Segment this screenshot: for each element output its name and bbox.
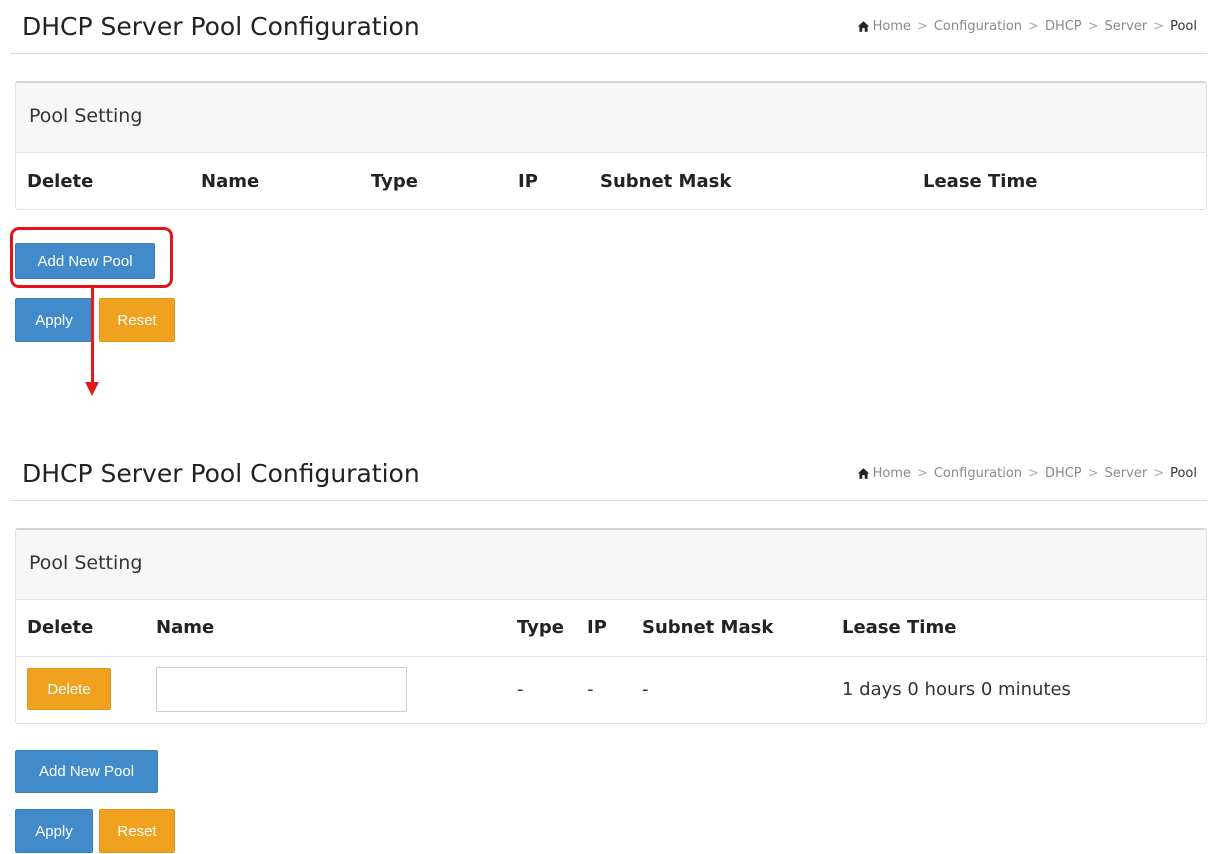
home-icon	[857, 468, 869, 479]
breadcrumb-separator: >	[1087, 466, 1099, 481]
breadcrumb-separator: >	[1028, 19, 1039, 34]
home-icon	[857, 21, 869, 32]
panel-title: Pool Setting	[29, 552, 143, 574]
delete-cell: Delete	[16, 655, 156, 722]
breadcrumb-home[interactable]: Home	[873, 466, 911, 481]
column-subnet-mask: Subnet Mask	[600, 170, 732, 192]
breadcrumb-server[interactable]: Server	[1105, 466, 1148, 481]
ip-cell: -	[587, 655, 642, 722]
page-title: DHCP Server Pool Configuration	[22, 12, 420, 41]
panel-heading: Pool Setting	[16, 530, 1206, 600]
panel-heading: Pool Setting	[16, 83, 1206, 153]
breadcrumb-separator: >	[1153, 19, 1165, 34]
breadcrumb-configuration[interactable]: Configuration	[934, 19, 1022, 34]
column-delete: Delete	[27, 170, 94, 192]
pool-setting-panel: Pool Setting Delete Name Type IP Subnet …	[15, 528, 1207, 724]
breadcrumb-configuration[interactable]: Configuration	[934, 466, 1022, 481]
pool-setting-panel: Pool Setting Delete Name Type IP Subnet …	[15, 81, 1207, 210]
breadcrumb: Home > Configuration > DHCP > Server > P…	[857, 466, 1197, 481]
breadcrumb: Home > Configuration > DHCP > Server > P…	[857, 19, 1197, 34]
breadcrumb-separator: >	[916, 19, 928, 34]
delete-button[interactable]: Delete	[27, 668, 111, 711]
column-lease-time: Lease Time	[842, 617, 957, 639]
breadcrumb-server[interactable]: Server	[1105, 19, 1148, 34]
column-type: Type	[517, 617, 564, 639]
table-row: Delete - - - 1 days 0 hours 0 minutes	[16, 655, 1206, 722]
screenshot-before: DHCP Server Pool Configuration Home > Co…	[10, 6, 1207, 345]
breadcrumb-dhcp[interactable]: DHCP	[1045, 19, 1082, 34]
page-header: DHCP Server Pool Configuration Home > Co…	[10, 6, 1207, 54]
apply-button[interactable]: Apply	[15, 809, 93, 853]
pool-name-input[interactable]	[156, 666, 407, 712]
reset-button[interactable]: Reset	[99, 809, 175, 853]
arrow-annotation-line	[91, 287, 94, 384]
arrow-down-icon	[85, 382, 99, 396]
screenshot-after: DHCP Server Pool Configuration Home > Co…	[10, 453, 1207, 854]
breadcrumb-separator: >	[1087, 19, 1099, 34]
breadcrumb-separator: >	[1153, 466, 1165, 481]
breadcrumb-separator: >	[1028, 466, 1039, 481]
type-cell: -	[517, 655, 587, 722]
add-new-pool-button[interactable]: Add New Pool	[15, 750, 158, 793]
breadcrumb-home[interactable]: Home	[873, 19, 911, 34]
breadcrumb-dhcp[interactable]: DHCP	[1045, 466, 1082, 481]
column-name: Name	[156, 617, 215, 639]
column-ip: IP	[587, 617, 607, 639]
page-title: DHCP Server Pool Configuration	[22, 459, 420, 488]
apply-button[interactable]: Apply	[15, 298, 93, 342]
breadcrumb-separator: >	[916, 466, 928, 481]
table-header-row: Delete Name Type IP Subnet Mask Lease Ti…	[16, 600, 1206, 656]
table-header-row: Delete Name Type IP Subnet Mask Lease Ti…	[16, 153, 1206, 209]
pool-table: Delete Name Type IP Subnet Mask Lease Ti…	[16, 600, 1206, 722]
breadcrumb-pool: Pool	[1170, 19, 1197, 34]
column-ip: IP	[518, 170, 538, 192]
subnet-mask-cell: -	[642, 655, 842, 722]
lease-time-cell: 1 days 0 hours 0 minutes	[842, 655, 1206, 722]
column-lease-time: Lease Time	[923, 170, 1038, 192]
name-cell	[156, 655, 517, 722]
panel-title: Pool Setting	[29, 105, 143, 127]
column-type: Type	[371, 170, 418, 192]
pool-table: Delete Name Type IP Subnet Mask Lease Ti…	[16, 153, 1206, 209]
highlight-annotation	[10, 227, 173, 288]
column-subnet-mask: Subnet Mask	[642, 617, 774, 639]
column-name: Name	[201, 170, 260, 192]
reset-button[interactable]: Reset	[99, 298, 175, 342]
breadcrumb-pool: Pool	[1170, 466, 1197, 481]
column-delete: Delete	[27, 617, 94, 639]
page-header: DHCP Server Pool Configuration Home > Co…	[10, 453, 1207, 501]
